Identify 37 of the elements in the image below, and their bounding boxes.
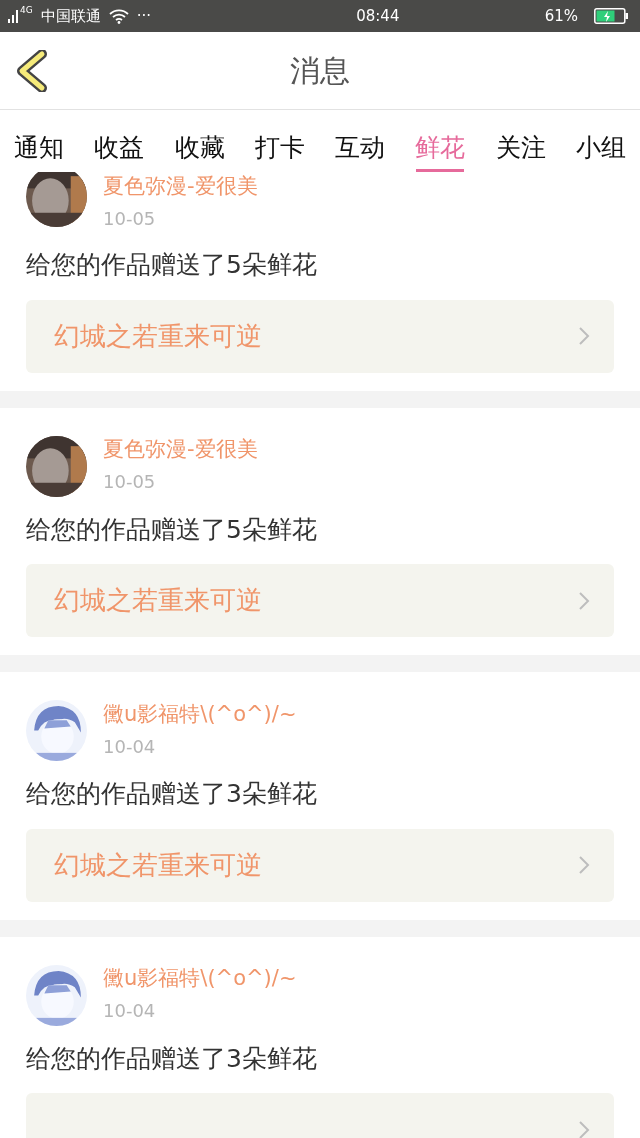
- category-tab[interactable]: 互动: [335, 133, 386, 172]
- category-tab[interactable]: 收藏: [174, 133, 225, 172]
- carrier-name: 中国联通: [40, 5, 101, 27]
- battery-charging-icon: [594, 8, 628, 24]
- user-name[interactable]: 黴u影福特\(^o^)/~: [103, 966, 297, 992]
- clock-time: 08:44: [355, 5, 400, 27]
- category-tab[interactable]: 打卡: [254, 133, 305, 172]
- message-text: 给您的作品赠送了3朵鲜花: [26, 1042, 318, 1075]
- chevron-right-icon: [578, 590, 590, 611]
- user-name[interactable]: 夏色弥漫-爱很美: [103, 437, 258, 463]
- battery-percent: 61%: [544, 5, 578, 27]
- work-link-card[interactable]: 幻城之若重来可逆: [26, 828, 614, 902]
- category-tab[interactable]: 收益: [94, 133, 145, 172]
- user-name[interactable]: 黴u影福特\(^o^)/~: [103, 701, 297, 727]
- category-tab[interactable]: 鲜花: [415, 133, 466, 172]
- work-link-card[interactable]: 幻城之若重来可逆: [26, 564, 614, 638]
- more-indicator: ···: [136, 5, 151, 27]
- message-text: 给您的作品赠送了5朵鲜花: [26, 513, 318, 546]
- page-title: 消息: [290, 52, 350, 90]
- message-text: 给您的作品赠送了5朵鲜花: [26, 249, 318, 282]
- back-icon[interactable]: [16, 50, 48, 92]
- category-tab[interactable]: 小组: [575, 133, 626, 172]
- chevron-right-icon: [578, 326, 590, 347]
- user-name[interactable]: 夏色弥漫-爱很美: [103, 174, 258, 200]
- work-link-card[interactable]: 幻城之若重来可逆: [26, 299, 614, 373]
- message-date: 10-04: [103, 999, 157, 1024]
- signal-icon: [8, 9, 18, 23]
- wifi-icon: [108, 8, 129, 24]
- message-date: 10-05: [103, 470, 157, 495]
- message-date: 10-05: [103, 207, 157, 232]
- message-date: 10-04: [103, 734, 157, 759]
- network-type: 4G: [20, 4, 33, 17]
- chevron-right-icon: [578, 855, 590, 876]
- chevron-right-icon: [578, 1119, 590, 1138]
- category-tab[interactable]: 通知: [14, 133, 64, 172]
- message-text: 给您的作品赠送了3朵鲜花: [26, 778, 318, 811]
- category-tab[interactable]: 关注: [495, 133, 546, 172]
